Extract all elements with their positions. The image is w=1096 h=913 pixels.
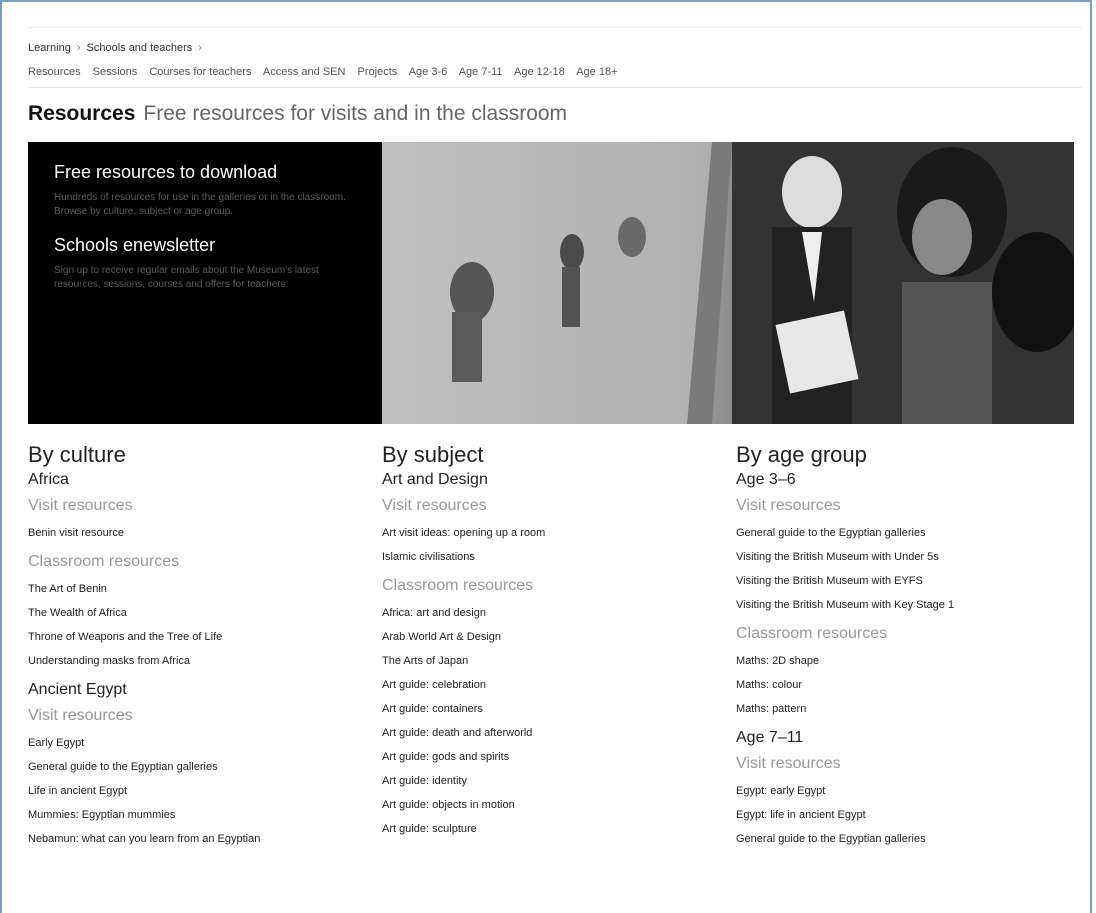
list-link[interactable]: Art guide: containers (382, 697, 712, 721)
by-subject-column: By subject Art and Design Visit resource… (382, 442, 712, 849)
nav-age-7-11[interactable]: Age 7-11 (459, 66, 503, 78)
list-link[interactable]: Art guide: objects in motion (382, 793, 712, 817)
list-link[interactable]: Art visit ideas: opening up a room (382, 521, 712, 545)
list-link[interactable]: Life in ancient Egypt (28, 779, 358, 803)
list-link[interactable]: Maths: pattern (736, 697, 1066, 721)
list-link[interactable]: Art guide: sculpture (382, 817, 712, 841)
list-link[interactable]: Art guide: death and afterworld (382, 721, 712, 745)
by-culture-column: By culture Africa Visit resources Benin … (28, 442, 358, 859)
age-3-6-heading[interactable]: Age 3–6 (736, 471, 1066, 489)
breadcrumb-separator-icon: › (198, 42, 202, 54)
list-link[interactable]: Art guide: gods and spirits (382, 745, 712, 769)
list-link[interactable]: Throne of Weapons and the Tree of Life (28, 625, 358, 649)
art-classroom-heading: Classroom resources (382, 577, 534, 594)
list-link[interactable]: Egypt: early Egypt (736, 779, 1066, 803)
list-link[interactable]: Mummies: Egyptian mummies (28, 803, 358, 827)
download-heading[interactable]: Free resources to download (54, 162, 364, 183)
age-3-6-visit-list: General guide to the Egyptian galleries … (736, 521, 1066, 617)
list-link[interactable]: The Wealth of Africa (28, 601, 358, 625)
hero-banner: Free resources to download Hundreds of r… (28, 142, 1074, 424)
list-link[interactable]: Visiting the British Museum with Key Sta… (736, 593, 1066, 617)
page-title-main: Resources (28, 102, 136, 125)
nav-age-12-18[interactable]: Age 12-18 (514, 66, 565, 78)
culture-egypt-heading[interactable]: Ancient Egypt (28, 681, 358, 699)
age-3-6-classroom-list: Maths: 2D shape Maths: colour Maths: pat… (736, 649, 1066, 721)
by-subject-heading: By subject (382, 442, 484, 467)
list-link[interactable]: Egypt: life in ancient Egypt (736, 803, 1066, 827)
culture-africa-heading[interactable]: Africa (28, 471, 358, 489)
nav-resources[interactable]: Resources (28, 66, 81, 78)
list-link[interactable]: General guide to the Egyptian galleries (28, 755, 358, 779)
subject-art-heading[interactable]: Art and Design (382, 471, 712, 489)
africa-classroom-heading: Classroom resources (28, 553, 180, 570)
list-link[interactable]: Nebamun: what can you learn from an Egyp… (28, 827, 358, 851)
list-link[interactable]: Art guide: identity (382, 769, 712, 793)
page-title: Resources Free resources for visits and i… (28, 102, 567, 126)
newsletter-heading[interactable]: Schools enewsletter (54, 235, 364, 256)
africa-visit-heading: Visit resources (28, 497, 133, 514)
age-7-11-visit-list: Egypt: early Egypt Egypt: life in ancien… (736, 779, 1066, 851)
age-7-11-heading[interactable]: Age 7–11 (736, 729, 1066, 747)
by-age-column: By age group Age 3–6 Visit resources Gen… (736, 442, 1066, 859)
nav-courses[interactable]: Courses for teachers (149, 66, 251, 78)
by-age-heading: By age group (736, 442, 867, 467)
list-link[interactable]: Africa: art and design (382, 601, 712, 625)
hero-text-panel: Free resources to download Hundreds of r… (54, 162, 364, 308)
list-link[interactable]: The Arts of Japan (382, 649, 712, 673)
art-visit-heading: Visit resources (382, 497, 487, 514)
breadcrumb: Learning › Schools and teachers › (28, 42, 208, 54)
africa-visit-list: Benin visit resource (28, 521, 358, 545)
age-7-11-visit-heading: Visit resources (736, 755, 841, 772)
nav-projects[interactable]: Projects (358, 66, 398, 78)
page-title-subtitle: Free resources for visits and in the cla… (143, 102, 568, 125)
list-link[interactable]: Visiting the British Museum with Under 5… (736, 545, 1066, 569)
egypt-visit-list: Early Egypt General guide to the Egyptia… (28, 731, 358, 851)
list-link[interactable]: Maths: 2D shape (736, 649, 1066, 673)
download-description: Hundreds of resources for use in the gal… (54, 192, 346, 217)
list-link[interactable]: Maths: colour (736, 673, 1066, 697)
list-link[interactable]: The Art of Benin (28, 577, 358, 601)
nav-age-18-plus[interactable]: Age 18+ (576, 66, 617, 78)
hero-photo (382, 142, 1074, 424)
list-link[interactable]: Arab World Art & Design (382, 625, 712, 649)
newsletter-description: Sign up to receive regular emails about … (54, 265, 319, 290)
egypt-visit-heading: Visit resources (28, 707, 133, 724)
top-divider (28, 27, 1082, 28)
age-3-6-classroom-heading: Classroom resources (736, 625, 888, 642)
list-link[interactable]: Benin visit resource (28, 521, 358, 545)
list-link[interactable]: Understanding masks from Africa (28, 649, 358, 673)
list-link[interactable]: Islamic civilisations (382, 545, 712, 569)
list-link[interactable]: General guide to the Egyptian galleries (736, 521, 1066, 545)
breadcrumb-schools[interactable]: Schools and teachers (87, 42, 193, 54)
art-visit-list: Art visit ideas: opening up a room Islam… (382, 521, 712, 569)
breadcrumb-separator-icon: › (76, 42, 81, 54)
list-link[interactable]: General guide to the Egyptian galleries (736, 827, 1066, 851)
section-nav: Resources Sessions Courses for teachers … (28, 66, 627, 78)
list-link[interactable]: Early Egypt (28, 731, 358, 755)
nav-access-sen[interactable]: Access and SEN (263, 66, 346, 78)
by-culture-heading: By culture (28, 442, 126, 467)
breadcrumb-learning[interactable]: Learning (28, 42, 71, 54)
art-classroom-list: Africa: art and design Arab World Art & … (382, 601, 712, 841)
age-3-6-visit-heading: Visit resources (736, 497, 841, 514)
nav-age-3-6[interactable]: Age 3-6 (409, 66, 448, 78)
africa-classroom-list: The Art of Benin The Wealth of Africa Th… (28, 577, 358, 673)
list-link[interactable]: Visiting the British Museum with EYFS (736, 569, 1066, 593)
nav-divider (28, 87, 1082, 88)
list-link[interactable]: Art guide: celebration (382, 673, 712, 697)
nav-sessions[interactable]: Sessions (93, 66, 138, 78)
